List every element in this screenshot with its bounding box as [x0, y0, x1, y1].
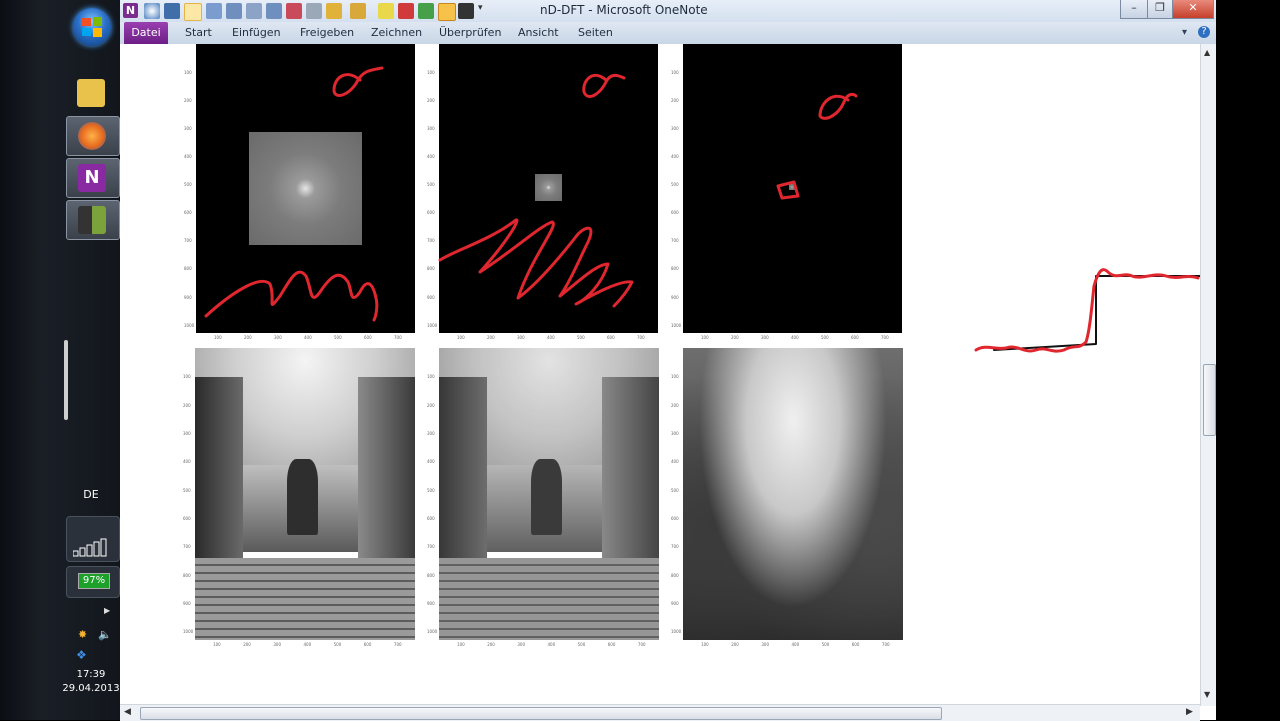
folder-icon — [77, 79, 105, 107]
system-clock[interactable]: 17:39 29.04.2013 — [62, 668, 120, 696]
scroll-up-icon[interactable]: ▲ — [1204, 48, 1210, 57]
zoom-in-icon[interactable] — [226, 3, 242, 19]
lasso-icon[interactable] — [206, 3, 222, 19]
minimize-button[interactable]: – — [1120, 0, 1148, 19]
taskbar-firefox-button[interactable] — [66, 116, 120, 156]
pen-yellow-icon[interactable] — [378, 3, 394, 19]
scroll-left-icon[interactable]: ◀ — [124, 707, 131, 717]
ribbon-tab-bar: Datei Start Einfügen Freigeben Zeichnen … — [120, 22, 1216, 45]
screen-edge — [1216, 0, 1280, 720]
clock-date: 29.04.2013 — [62, 683, 120, 694]
tab-view[interactable]: Ansicht — [518, 26, 559, 39]
onenote-app-icon[interactable]: N — [123, 3, 138, 18]
pen-orange-selected-icon[interactable] — [438, 3, 456, 21]
restore-button[interactable]: ❐ — [1147, 0, 1173, 19]
onenote-icon: N — [78, 164, 106, 192]
back-icon[interactable] — [144, 3, 160, 19]
ink-stroke — [776, 180, 800, 200]
ink-stroke — [582, 73, 626, 98]
horizontal-scroll-thumb[interactable] — [140, 707, 942, 720]
ink-stroke — [332, 66, 384, 97]
close-button[interactable]: ✕ — [1172, 0, 1214, 19]
window-title: nD-DFT - Microsoft OneNote — [540, 3, 708, 17]
marker-icon[interactable] — [326, 3, 342, 19]
help-icon[interactable]: ? — [1198, 26, 1210, 38]
vertical-scroll-thumb[interactable] — [1203, 364, 1216, 436]
tab-pages[interactable]: Seiten — [578, 26, 613, 39]
media-app-icon — [78, 206, 106, 234]
pen-green-icon[interactable] — [418, 3, 434, 19]
start-button[interactable] — [73, 8, 111, 46]
horizontal-scrollbar[interactable]: ◀ ▶ — [120, 704, 1200, 721]
battery-level: 97% — [78, 573, 110, 589]
ink-stroke — [204, 270, 379, 322]
customize-toolbar-icon[interactable]: ▾ — [478, 3, 486, 19]
pen-red-icon[interactable] — [398, 3, 414, 19]
tab-share[interactable]: Freigeben — [300, 26, 354, 39]
ribbon-expand-icon[interactable]: ▾ — [1182, 27, 1187, 38]
signal-bars-icon — [73, 538, 107, 557]
onenote-window: N ▾ nD-DFT - Microsoft OneNote – ❐ ✕ Dat… — [120, 0, 1217, 721]
ink-stroke — [438, 218, 634, 308]
volume-icon[interactable]: 🔈 — [98, 628, 112, 641]
page-width-icon[interactable] — [246, 3, 262, 19]
firefox-icon — [78, 122, 106, 150]
windows-taskbar: N DE 97% ▶ ✸ 🔈 ❖ 17:39 29.04.2013 — [0, 0, 120, 720]
action-center-icon[interactable]: ✸ — [78, 628, 87, 641]
taskbar-onenote-button[interactable]: N — [66, 158, 120, 198]
page-canvas[interactable]: 100 200 300 400 500 600 700 800 900 1000 100 200 300… — [120, 44, 1200, 706]
windows-logo-icon — [82, 17, 102, 37]
network-indicator[interactable] — [66, 516, 120, 562]
taskbar-handle[interactable] — [64, 340, 68, 420]
ink-annotations-layer — [204, 66, 1200, 353]
ink-stroke — [818, 92, 858, 120]
undo-icon[interactable] — [164, 3, 180, 19]
clock-time: 17:39 — [76, 669, 106, 680]
tab-insert[interactable]: Einfügen — [232, 26, 281, 39]
taskbar-media-button[interactable] — [66, 200, 120, 240]
scroll-right-icon[interactable]: ▶ — [1186, 707, 1193, 717]
pen-black-icon[interactable] — [458, 3, 474, 19]
taskbar-explorer-button[interactable] — [66, 74, 118, 112]
tab-review[interactable]: Überprüfen — [439, 26, 501, 39]
tab-draw[interactable]: Zeichnen — [371, 26, 422, 39]
vertical-scrollbar[interactable]: ▲ ▼ — [1200, 44, 1217, 706]
language-indicator[interactable]: DE — [66, 488, 116, 501]
tray-expand-icon[interactable]: ▶ — [104, 606, 110, 615]
pan-hand-icon[interactable] — [306, 3, 322, 19]
tab-start[interactable]: Start — [185, 26, 212, 39]
battery-indicator[interactable]: 97% — [66, 566, 120, 598]
eraser-icon[interactable] — [286, 3, 302, 19]
scroll-down-icon[interactable]: ▼ — [1204, 690, 1210, 699]
select-icon[interactable] — [184, 3, 202, 21]
title-bar: N ▾ nD-DFT - Microsoft OneNote – ❐ ✕ — [120, 0, 1216, 22]
ink-stroke — [974, 268, 1200, 353]
zoom-out-icon[interactable] — [266, 3, 282, 19]
highlighter-icon[interactable] — [350, 3, 366, 19]
tab-file[interactable]: Datei — [124, 22, 168, 44]
dropbox-icon[interactable]: ❖ — [76, 648, 87, 662]
ink-stroke — [993, 275, 1200, 351]
